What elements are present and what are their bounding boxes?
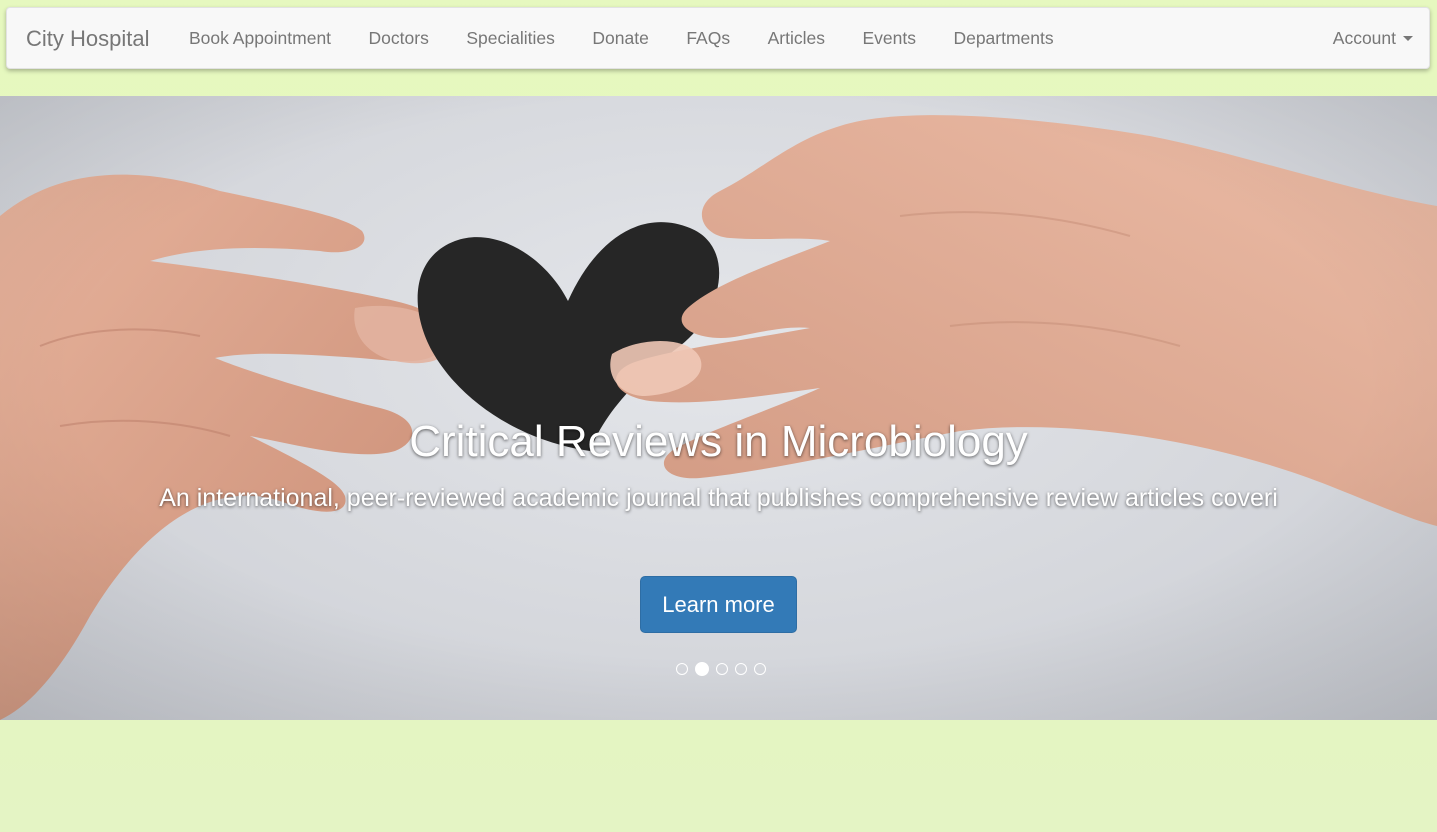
nav-item-book-appointment[interactable]: Book Appointment — [189, 28, 331, 49]
carousel-indicator-3[interactable] — [715, 663, 728, 675]
carousel-indicator-5[interactable] — [753, 663, 766, 675]
nav-item-departments[interactable]: Departments — [953, 28, 1053, 49]
nav-item-specialities[interactable]: Specialities — [466, 28, 555, 49]
nav-item-articles[interactable]: Articles — [768, 28, 825, 49]
account-label: Account — [1332, 27, 1396, 48]
nav-item-faqs[interactable]: FAQs — [686, 28, 730, 49]
nav-menu: Book Appointment Doctors Specialities Do… — [189, 8, 1054, 68]
nav-item-donate[interactable]: Donate — [592, 28, 648, 49]
page: City Hospital Book Appointment Doctors S… — [0, 0, 1437, 832]
carousel-indicator-2[interactable] — [694, 662, 709, 676]
top-navbar: City Hospital Book Appointment Doctors S… — [6, 7, 1430, 69]
nav-item-events[interactable]: Events — [862, 28, 916, 49]
carousel-title: Critical Reviews in Microbiology — [409, 417, 1028, 466]
hero-carousel: Critical Reviews in Microbiology An inte… — [0, 96, 1437, 720]
carousel-description: An international, peer-reviewed academic… — [159, 484, 1278, 512]
brand-link[interactable]: City Hospital — [26, 26, 149, 52]
nav-item-doctors[interactable]: Doctors — [369, 28, 429, 49]
learn-more-button[interactable]: Learn more — [640, 576, 797, 633]
caret-down-icon — [1403, 35, 1413, 41]
carousel-indicators — [672, 661, 769, 677]
carousel-indicator-4[interactable] — [734, 663, 747, 675]
carousel-indicator-1[interactable] — [675, 663, 688, 675]
carousel-caption: Critical Reviews in Microbiology An inte… — [150, 414, 1287, 516]
account-dropdown[interactable]: Account — [1333, 8, 1413, 68]
